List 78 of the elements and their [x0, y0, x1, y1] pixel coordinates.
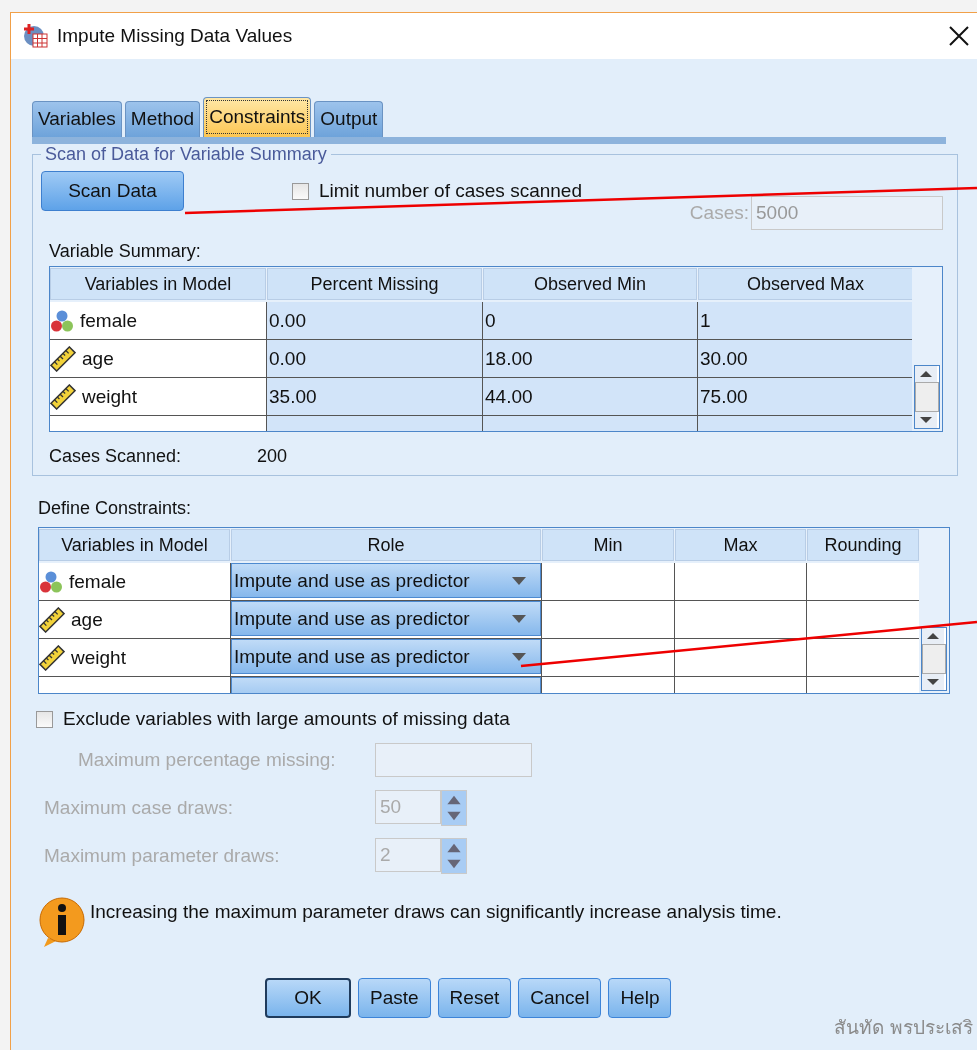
field-label: Maximum case draws: — [43, 797, 234, 819]
variable-name: weight — [71, 646, 126, 669]
scrollbar[interactable] — [921, 627, 947, 691]
column-header[interactable]: Role — [231, 529, 541, 561]
field-label: Maximum parameter draws: — [43, 845, 281, 867]
scroll-down-icon[interactable] — [922, 674, 945, 690]
caret-icon — [512, 652, 526, 661]
table-cell: 30.00 — [698, 340, 913, 378]
column-header[interactable]: Percent Missing — [267, 268, 482, 300]
dialog-button[interactable]: OK — [265, 978, 351, 1018]
field-label: Cases: — [689, 202, 749, 224]
column-header[interactable]: Min — [542, 529, 674, 561]
cases-scanned-value: 200 — [257, 446, 288, 467]
group-title: Scan of Data for Variable Summary — [44, 144, 328, 165]
table-cell: 75.00 — [698, 378, 913, 416]
checkbox-label: Exclude variables with large amounts of missing data — [63, 708, 510, 730]
spin-buttons[interactable] — [441, 838, 467, 874]
table-cell[interactable] — [542, 601, 675, 639]
close-icon[interactable] — [949, 26, 969, 46]
column-header[interactable]: Observed Min — [483, 268, 697, 300]
role-dropdown[interactable]: Impute and use as predictor — [231, 563, 541, 598]
dialog-button[interactable]: Cancel — [518, 978, 602, 1018]
variable-name: weight — [82, 385, 137, 408]
scrollbar[interactable] — [914, 365, 940, 429]
table-cell[interactable] — [675, 639, 807, 677]
column-header[interactable]: Observed Max — [698, 268, 913, 300]
tab[interactable]: Output — [314, 101, 384, 137]
table-label: Define Constraints: — [38, 498, 193, 519]
table-cell[interactable] — [675, 601, 807, 639]
scan-data-button[interactable]: Scan Data — [41, 171, 184, 211]
spin-buttons[interactable] — [441, 790, 467, 826]
scroll-up-icon[interactable] — [915, 366, 938, 382]
author-credit: สันทัด พรประเสริ — [833, 1015, 973, 1040]
variable-name: female — [69, 570, 127, 593]
checkbox[interactable] — [36, 710, 53, 728]
checkbox-label: Limit number of cases scanned — [319, 180, 582, 202]
role-dropdown[interactable]: Impute and use as predictor — [231, 639, 541, 674]
table-cell[interactable] — [807, 639, 920, 677]
scroll-up-icon[interactable] — [922, 628, 945, 644]
table-cell: 1 — [698, 302, 913, 340]
table-cell[interactable] — [807, 601, 920, 639]
table-cell: 0.00 — [267, 340, 483, 378]
table-label: Variable Summary: — [49, 241, 202, 262]
info-message: Increasing the maximum parameter draws can significantly increase analysis time. — [90, 901, 782, 923]
dialog-button[interactable]: Help — [608, 978, 672, 1018]
table-cell[interactable] — [807, 563, 920, 601]
dialog-button[interactable]: Reset — [437, 978, 512, 1018]
table-cell: 0.00 — [267, 302, 483, 340]
table-cell: 35.00 — [267, 378, 483, 416]
dialog-button[interactable]: Paste — [358, 978, 431, 1018]
column-header[interactable]: Variables in Model — [50, 268, 266, 300]
tab[interactable]: Variables — [32, 101, 122, 137]
table-cell: 44.00 — [483, 378, 698, 416]
field-label: Maximum percentage missing: — [77, 749, 337, 771]
window-title: Impute Missing Data Values — [57, 25, 293, 47]
column-header[interactable]: Max — [675, 529, 806, 561]
table-cell[interactable] — [675, 563, 807, 601]
scroll-down-icon[interactable] — [915, 412, 938, 428]
checkbox[interactable] — [292, 182, 309, 200]
nominal-variable-icon — [50, 308, 74, 333]
role-dropdown[interactable]: Impute and use as predictor — [231, 601, 541, 636]
column-header[interactable]: Rounding — [807, 529, 919, 561]
variable-name: female — [80, 309, 138, 332]
table-cell[interactable] — [542, 639, 675, 677]
variable-name: age — [82, 347, 114, 370]
app-icon — [23, 23, 49, 49]
table-cell: 0 — [483, 302, 698, 340]
table-cell: 18.00 — [483, 340, 698, 378]
nominal-variable-icon — [39, 569, 63, 594]
tab[interactable]: Method — [124, 101, 201, 137]
caret-icon — [512, 576, 526, 585]
column-header[interactable]: Variables in Model — [39, 529, 230, 561]
field-label: Cases Scanned: — [49, 446, 183, 467]
info-icon — [38, 896, 86, 948]
table-cell[interactable] — [542, 563, 675, 601]
variable-name: age — [71, 608, 103, 631]
tab[interactable]: Constraints — [203, 97, 312, 137]
caret-icon — [512, 614, 526, 623]
